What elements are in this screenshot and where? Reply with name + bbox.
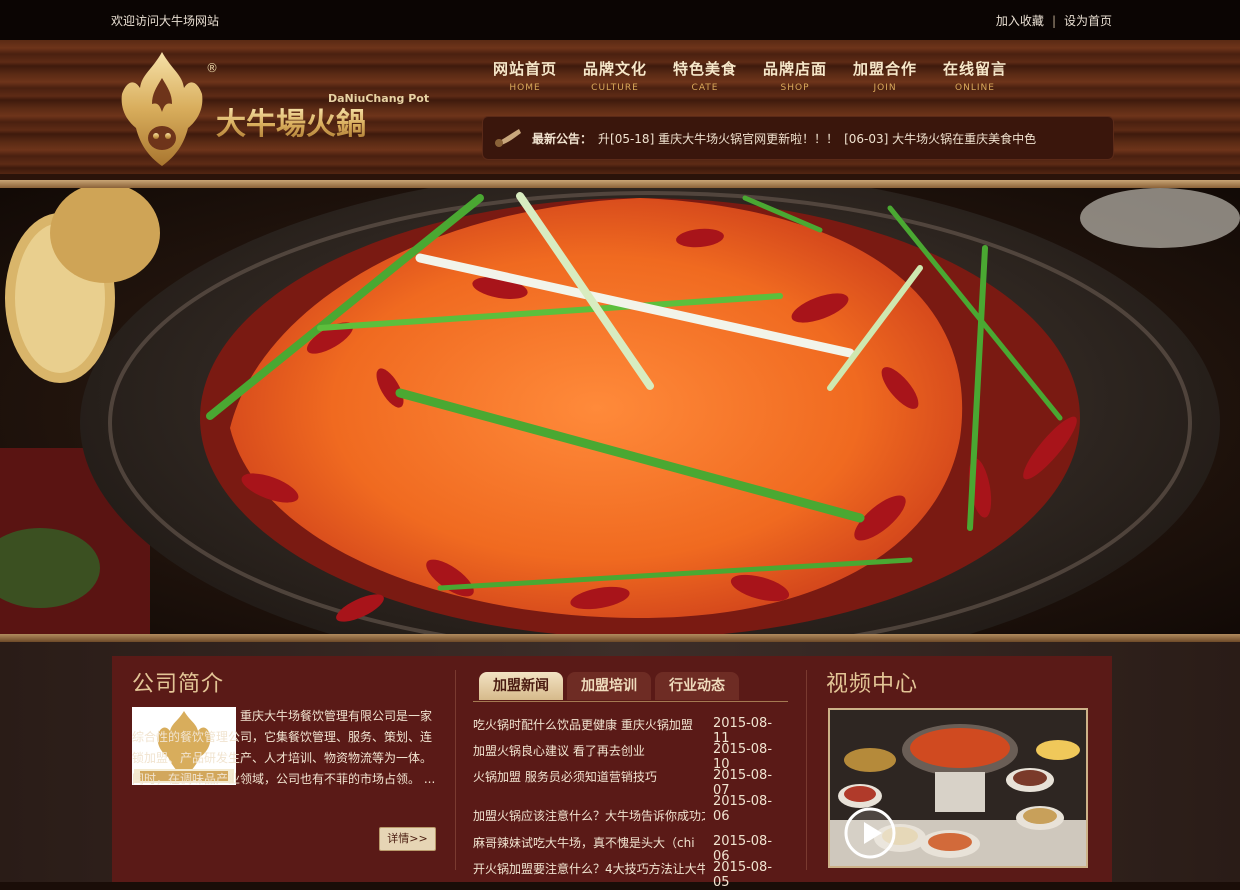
news-tabs: 加盟新闻 加盟培训 行业动态 <box>473 670 788 702</box>
play-icon[interactable] <box>843 806 897 860</box>
news-title: 麻哥辣妹试吃大牛场，真不愧是头大（chi <box>473 836 695 850</box>
nav-item-culture[interactable]: 品牌文化 CULTURE <box>570 58 660 98</box>
tab-industry-news[interactable]: 行业动态 <box>655 672 739 700</box>
video-thumbnail[interactable] <box>828 708 1088 868</box>
announcement-horn-icon <box>495 129 521 147</box>
registered-mark: ® <box>206 61 218 75</box>
nav-label: 品牌店面 <box>762 60 827 78</box>
top-bar: 欢迎访问大牛场网站 加入收藏 | 设为首页 <box>0 0 1240 40</box>
notice-marquee: 最新公告： 升[05-18] 重庆大牛场火锅官网更新啦！！！ [06-03] 大牛场… <box>532 130 1036 147</box>
column-divider <box>806 670 807 870</box>
video-center-section: 视频中心 <box>826 666 1088 868</box>
nav-label: 品牌文化 <box>582 60 647 78</box>
news-date: 2015-08-05 <box>713 860 773 890</box>
nav-item-cate[interactable]: 特色美食 CATE <box>660 58 750 98</box>
hero-banner-image <box>0 188 1240 634</box>
nav-sub-label: SHOP <box>780 83 810 93</box>
company-detail-button[interactable]: 详情>> <box>379 827 436 851</box>
news-row[interactable]: 加盟火锅应该注意什么？大牛场告诉你成功之 2015-08-06 <box>473 794 788 824</box>
header-divider <box>0 180 1240 188</box>
hotpot-photo <box>0 188 1240 634</box>
logo-chinese-name: 大牛場火鍋 <box>216 107 366 142</box>
nav-label: 特色美食 <box>672 60 737 78</box>
company-intro-section: 公司简介 重庆大牛场餐饮管理有限公司是一家综合性的餐饮管理公司，它集餐饮管理、服… <box>132 666 437 851</box>
news-title: 火锅加盟 服务员必须知道营销技巧 <box>473 770 657 784</box>
news-row[interactable]: 加盟火锅良心建议 看了再去创业 2015-08-10 <box>473 742 788 772</box>
nav-label: 加盟合作 <box>852 60 917 78</box>
nav-sub-label: HOME <box>509 83 541 93</box>
nav-label: 在线留言 <box>942 60 1007 78</box>
nav-label: 网站首页 <box>492 60 557 78</box>
news-row[interactable]: 麻哥辣妹试吃大牛场，真不愧是头大（chi 2015-08-06 <box>473 834 788 864</box>
company-intro-title: 公司简介 <box>132 672 225 697</box>
notice-label: 最新公告： <box>532 132 593 146</box>
logo-english-name: DaNiuChang Pot <box>328 92 429 105</box>
nav-item-online[interactable]: 在线留言 ONLINE <box>930 58 1020 98</box>
top-links: 加入收藏 | 设为首页 <box>996 12 1112 29</box>
tab-franchise-news[interactable]: 加盟新闻 <box>479 672 563 700</box>
notice-bar: 最新公告： 升[05-18] 重庆大牛场火锅官网更新啦！！！ [06-03] 大牛场… <box>482 116 1114 160</box>
main-nav: 网站首页 HOME 品牌文化 CULTURE 特色美食 CATE 品牌店面 SHOP 加… <box>480 58 1020 98</box>
set-homepage-link[interactable]: 设为首页 <box>1064 14 1112 28</box>
nav-sub-label: ONLINE <box>955 83 995 93</box>
news-date: 2015-08-06 <box>713 794 773 824</box>
news-row[interactable]: 吃火锅时配什么饮品更健康 重庆火锅加盟 2015-08-11 <box>473 716 788 746</box>
nav-sub-label: JOIN <box>873 83 897 93</box>
news-title: 开火锅加盟要注意什么？4大技巧方法让大牛 <box>473 862 705 876</box>
news-row[interactable]: 开火锅加盟要注意什么？4大技巧方法让大牛 2015-08-05 <box>473 860 788 890</box>
news-row[interactable]: 火锅加盟 服务员必须知道营销技巧 2015-08-07 <box>473 768 788 798</box>
nav-sub-label: CULTURE <box>591 83 639 93</box>
news-title: 加盟火锅应该注意什么？大牛场告诉你成功之 <box>473 809 705 823</box>
column-divider <box>455 670 456 870</box>
welcome-text: 欢迎访问大牛场网站 <box>111 14 220 28</box>
banner-divider <box>0 634 1240 642</box>
brand-logo[interactable]: ® DaNiuChang Pot 大牛場火鍋 <box>112 48 432 172</box>
bull-emblem-icon <box>121 52 203 166</box>
news-section: 加盟新闻 加盟培训 行业动态 吃火锅时配什么饮品更健康 重庆火锅加盟 2015-0… <box>473 670 788 890</box>
notice-item[interactable]: 升[05-18] 重庆大牛场火锅官网更新啦！！！ <box>598 132 838 146</box>
news-title: 加盟火锅良心建议 看了再去创业 <box>473 744 645 758</box>
nav-item-join[interactable]: 加盟合作 JOIN <box>840 58 930 98</box>
notice-item[interactable]: [06-03] 大牛场火锅在重庆美食中色 <box>844 132 1036 146</box>
nav-item-shop[interactable]: 品牌店面 SHOP <box>750 58 840 98</box>
nav-sub-label: CATE <box>691 83 719 93</box>
news-title: 吃火锅时配什么饮品更健康 重庆火锅加盟 <box>473 718 693 732</box>
company-intro-text: 重庆大牛场餐饮管理有限公司是一家综合性的餐饮管理公司，它集餐饮管理、服务、策划、… <box>132 709 436 786</box>
video-center-title: 视频中心 <box>826 672 919 697</box>
add-favorite-link[interactable]: 加入收藏 <box>996 14 1044 28</box>
tab-franchise-training[interactable]: 加盟培训 <box>567 672 651 700</box>
nav-item-home[interactable]: 网站首页 HOME <box>480 58 570 98</box>
top-links-separator: | <box>1051 14 1056 28</box>
